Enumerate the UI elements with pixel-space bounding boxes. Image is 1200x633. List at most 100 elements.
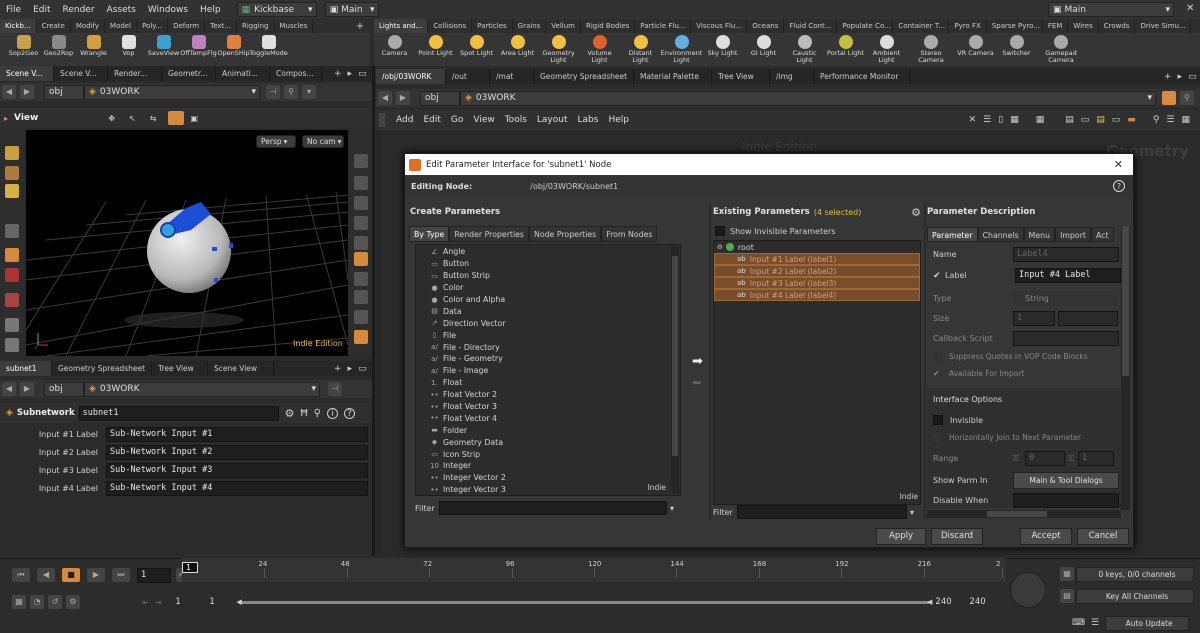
tool-saveview[interactable]: SaveView — [146, 33, 181, 66]
create-item-data[interactable]: ▤ Data — [416, 305, 680, 317]
network-menu-layout[interactable]: Layout — [532, 115, 573, 125]
lock-camera-icon[interactable] — [354, 196, 368, 210]
create-tab-from-nodes[interactable]: From Nodes — [601, 226, 658, 242]
range-slider-right-handle[interactable]: ◀ — [927, 598, 932, 606]
disable-when-field[interactable] — [1013, 493, 1119, 508]
back-arrow-icon[interactable]: ◀ — [2, 85, 16, 99]
select-icon[interactable] — [5, 146, 19, 160]
create-item-button-strip[interactable]: ▭ Button Strip — [416, 270, 680, 282]
playhead[interactable]: 1 — [182, 562, 198, 573]
shelf-tab-fluid-cont[interactable]: Fluid Cont... — [784, 19, 838, 33]
tool-gi-light[interactable]: GI Light — [743, 33, 784, 66]
label-field[interactable]: Input #4 Label — [1015, 268, 1121, 283]
existing-param-3[interactable]: ab Input #3 Label (label3) — [714, 277, 920, 289]
menu-assets[interactable]: Assets — [101, 5, 142, 15]
key-all-button[interactable]: Key All Channels — [1076, 588, 1194, 604]
create-tab-by-type[interactable]: By Type — [409, 226, 450, 242]
visibility-icon[interactable] — [354, 216, 368, 230]
tab-scene-v[interactable]: Scene V... — [54, 66, 108, 81]
search-icon[interactable]: ⚲ — [314, 408, 321, 419]
shelf-tab-pyro-fx[interactable]: Pyro FX — [949, 19, 987, 33]
viewport-canvas[interactable]: Persp ▾ No cam ▾ Indie Edition — [26, 130, 348, 356]
display-options-icon[interactable] — [354, 154, 368, 168]
transform-tool-icon[interactable]: ⇆ — [150, 114, 157, 123]
tab-geometry-spreadsheet[interactable]: Geometry Spreadsheet — [534, 69, 634, 84]
play-reverse-icon[interactable]: ◀ — [37, 568, 55, 582]
folder-icon[interactable]: ▬ — [1127, 115, 1136, 125]
key-channel-icon[interactable]: ▦ — [1060, 567, 1074, 581]
create-item-integer[interactable]: 10 Integer — [416, 460, 680, 472]
search-icon[interactable]: ⚲ — [1153, 115, 1160, 125]
label-check-icon[interactable]: ✔ — [933, 271, 943, 281]
tool-geo2rop[interactable]: Geo2Rop — [41, 33, 76, 66]
create-item-direction-vector[interactable]: ↗ Direction Vector — [416, 317, 680, 329]
close-icon[interactable]: ✕ — [1186, 3, 1194, 14]
maximize-icon[interactable]: ▭ — [358, 69, 367, 79]
auto-update-dropdown[interactable]: Auto Update — [1105, 615, 1190, 631]
pane-options-icon[interactable]: ▾ — [302, 85, 316, 99]
desc-tab-import[interactable]: Import — [1055, 227, 1091, 242]
scrollbar-thumb[interactable] — [1122, 226, 1129, 376]
sidebar-toggle-icon[interactable] — [379, 113, 385, 127]
shelf-tab-model[interactable]: Model — [105, 19, 138, 33]
dialog-splitter-left[interactable] — [709, 204, 711, 520]
help-icon[interactable]: ? — [1113, 180, 1125, 192]
shelf-tab-vellum[interactable]: Vellum — [546, 19, 581, 33]
discard-button[interactable]: Discard — [931, 528, 983, 545]
tab-animati[interactable]: Animati... — [216, 66, 270, 81]
create-item-float-vector-3[interactable]: •• Float Vector 3 — [416, 401, 680, 413]
maximize-icon[interactable]: ▭ — [1188, 72, 1197, 82]
type-dropdown[interactable]: String — [1013, 291, 1119, 306]
collapse-icon[interactable]: ⊖ — [717, 243, 723, 251]
dialog-splitter-right[interactable] — [924, 204, 926, 520]
shelf-tab-rigging[interactable]: Rigging — [237, 19, 275, 33]
gear-icon[interactable]: ⚙ — [285, 407, 295, 420]
network-menu-edit[interactable]: Edit — [418, 115, 445, 125]
brush-icon[interactable] — [5, 338, 19, 352]
shelf-tab-collisions[interactable]: Collisions — [428, 19, 473, 33]
network-menu-tools[interactable]: Tools — [500, 115, 532, 125]
horiz-join-checkbox[interactable] — [933, 433, 942, 442]
tool-point-light[interactable]: Point Light — [415, 33, 456, 66]
shelf-tab-lights-and[interactable]: Lights and... — [374, 19, 429, 33]
invisible-checkbox[interactable] — [933, 415, 943, 425]
range-start-icon[interactable]: ⇤ — [142, 598, 149, 607]
back-arrow-icon[interactable]: ◀ — [378, 91, 392, 105]
shelf-tab-drive-simu[interactable]: Drive Simu... — [1135, 19, 1192, 33]
point-display-icon[interactable] — [354, 272, 368, 286]
tab-geometr[interactable]: Geometr... — [162, 66, 216, 81]
ghost-icon[interactable] — [354, 176, 368, 190]
create-item-folder[interactable]: ▬ Folder — [416, 424, 680, 436]
shelf-tab-oceans[interactable]: Oceans — [747, 19, 785, 33]
link-icon[interactable]: ⚲ — [1180, 91, 1194, 105]
shelf-tab-viscous-flu[interactable]: Viscous Flu... — [691, 19, 748, 33]
camera-menu[interactable]: No cam ▾ — [302, 135, 344, 148]
shelf-tab-create[interactable]: Create — [37, 19, 71, 33]
desktop-dropdown[interactable]: ▦ Kickbase ▾ — [236, 2, 317, 17]
tab-performance-monitor[interactable]: Performance Monitor — [814, 69, 910, 84]
range-slider-left-handle[interactable]: ◀ — [236, 598, 241, 606]
create-item-color-and-alpha[interactable]: ● Color and Alpha — [416, 294, 680, 306]
range-min-field[interactable]: 0 — [1025, 451, 1065, 466]
network-menu-help[interactable]: Help — [603, 115, 634, 125]
create-item-float-vector-2[interactable]: •• Float Vector 2 — [416, 389, 680, 401]
status-icon[interactable]: ☰ — [1091, 618, 1099, 628]
pose-icon[interactable] — [5, 293, 19, 307]
pane-splitter[interactable] — [372, 66, 375, 556]
create-tab-render-properties[interactable]: Render Properties — [449, 226, 529, 242]
create-item-file-directory[interactable]: a/File - Directory — [416, 341, 680, 353]
tab-arrow-icon[interactable]: ▸ — [1178, 72, 1183, 82]
menu-windows[interactable]: Windows — [142, 5, 194, 15]
gear-icon[interactable]: ⚙ — [911, 206, 921, 219]
note-icon[interactable]: ▤ — [1096, 115, 1105, 125]
magnet-icon[interactable] — [5, 268, 19, 282]
available-check-icon[interactable]: ✔ — [933, 369, 942, 378]
create-item-button[interactable]: ▭ Button — [416, 258, 680, 270]
tool-togglemode[interactable]: ToggleMode — [249, 33, 288, 66]
help-icon[interactable]: ? — [343, 407, 355, 419]
maximize-icon[interactable]: ▭ — [358, 364, 367, 374]
create-filter-input[interactable] — [439, 501, 667, 515]
tool-sop2geo[interactable]: Sop2Geo — [6, 33, 41, 66]
close-icon[interactable]: ✕ — [1114, 158, 1123, 171]
paint-icon[interactable] — [5, 318, 19, 332]
